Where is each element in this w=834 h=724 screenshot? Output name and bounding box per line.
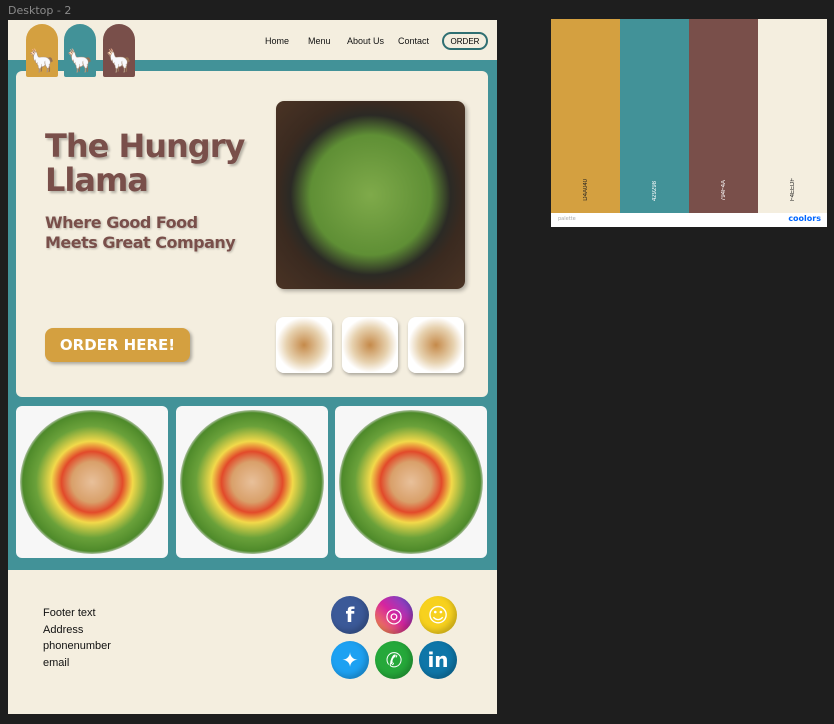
title-line: The Hungry — [45, 127, 245, 165]
footer-phone: phonenumber — [43, 640, 111, 652]
nav-home[interactable]: Home — [265, 36, 289, 46]
footer-email: email — [43, 656, 70, 669]
tagline-line: Meets Great Company — [45, 233, 236, 252]
plate — [339, 410, 483, 554]
palette-label: palette — [558, 216, 576, 222]
order-here-button[interactable]: ORDER HERE! — [45, 328, 190, 362]
hero-card: The Hungry Llama Where Good Food Meets Gre… — [16, 71, 488, 397]
salad-image-1 — [16, 406, 168, 558]
instagram-icon[interactable]: ◎ — [375, 596, 413, 634]
nav-menu[interactable]: Menu — [308, 36, 331, 46]
footer-info: Footer text Address phonenumber email — [43, 605, 111, 671]
whatsapp-icon[interactable]: ✆ — [375, 641, 413, 679]
swatch-brown[interactable]: 794F4A — [689, 19, 758, 213]
llama-icon: 🦙 — [28, 49, 56, 74]
sandwich-thumbnail[interactable] — [408, 317, 464, 373]
swatch-teal[interactable]: 429298 — [620, 19, 689, 213]
llama-logo-gold[interactable]: 🦙 — [26, 24, 58, 77]
swatch-hex: F4EEDF — [789, 177, 796, 201]
snapchat-icon[interactable]: ☺ — [419, 596, 457, 634]
panini-thumbnail[interactable] — [342, 317, 398, 373]
nav-about[interactable]: About Us — [347, 36, 384, 46]
wrap-thumbnail[interactable] — [276, 317, 332, 373]
llama-logo-teal[interactable]: 🦙 — [64, 24, 96, 77]
swatch-cream[interactable]: F4EEDF — [758, 19, 827, 213]
nav-contact[interactable]: Contact — [398, 36, 429, 46]
plate — [180, 410, 324, 554]
page-title: The Hungry Llama — [45, 127, 245, 199]
salad-image-2 — [176, 406, 328, 558]
tagline: Where Good Food Meets Great Company — [45, 213, 236, 253]
plate — [20, 410, 164, 554]
desktop-frame: 🦙 🦙 🦙 Home Menu About Us Contact ORDER T… — [8, 20, 497, 714]
tagline-line: Where Good Food — [45, 213, 198, 232]
swatch-gold[interactable]: D4A040 — [551, 19, 620, 213]
llama-icon: 🦙 — [66, 49, 94, 74]
order-button[interactable]: ORDER — [442, 32, 488, 50]
coolors-logo[interactable]: coolors — [788, 214, 821, 223]
twitter-icon[interactable]: ✦ — [331, 641, 369, 679]
salad-image-3 — [335, 406, 487, 558]
linkedin-icon[interactable]: in — [419, 641, 457, 679]
facebook-icon[interactable]: f — [331, 596, 369, 634]
swatch-hex: D4A040 — [582, 179, 589, 201]
llama-icon: 🦙 — [105, 49, 133, 74]
llama-logo-brown[interactable]: 🦙 — [103, 24, 135, 77]
swatch-hex: 794F4A — [720, 179, 727, 201]
footer-text: Footer text — [43, 607, 96, 619]
swatch-hex: 429298 — [651, 180, 658, 201]
caesar-salad-image — [276, 101, 465, 289]
color-palette: D4A040 429298 794F4A F4EEDF palette cool… — [551, 19, 827, 227]
footer-address: Address — [43, 623, 84, 636]
frame-label: Desktop - 2 — [8, 4, 72, 17]
title-line: Llama — [45, 161, 149, 199]
